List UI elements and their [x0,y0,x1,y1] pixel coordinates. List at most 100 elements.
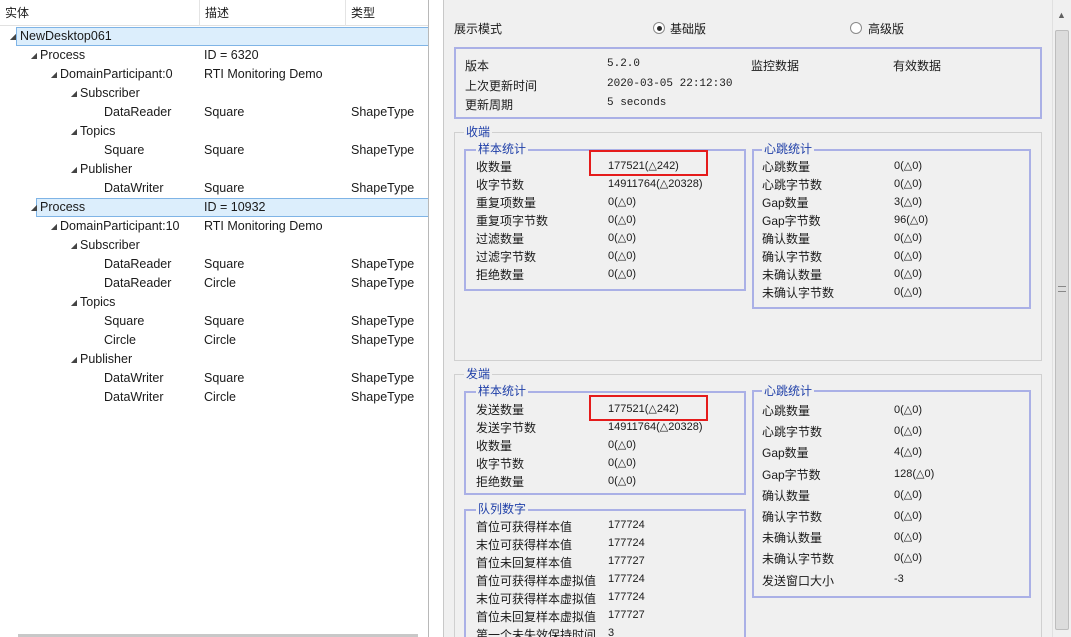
tree-row[interactable]: DataReader Circle ShapeType [0,274,428,293]
stat-label: 重复项字节数 [476,214,549,228]
stat-value: 0(△0) [608,439,637,451]
last-update-label: 上次更新时间 [465,79,538,93]
tree-row[interactable]: ◢ Topics [0,293,428,312]
tree-row-description: RTI Monitoring Demo [204,67,323,81]
stat-value: 0(△0) [894,268,923,280]
version-value: 5.2.0 [607,58,641,70]
radio-advanced-mode-label[interactable]: 高级版 [868,20,904,37]
scrollbar-thumb[interactable] [1055,30,1069,630]
radio-basic-mode[interactable] [653,22,665,34]
stat-label: 首位可获得样本虚拟值 [476,574,597,588]
stat-label: 确认数量 [762,488,811,503]
receive-heartbeat-title: 心跳统计 [762,142,815,156]
tree-row-description: Circle [204,390,236,404]
send-count-highlight [589,395,708,421]
tree-row[interactable]: DataReader Square ShapeType [0,103,428,122]
tree-row-description: Circle [204,276,236,290]
entity-tree-pane: 实体 描述 类型 ◢ NewDesktop061 ◢ Process ID = 6320… [0,0,429,637]
stat-label: 心跳数量 [762,404,811,418]
stat-value: 0(△0) [894,286,923,298]
stat-label: 未确认数量 [762,268,823,282]
tree-row[interactable]: DataReader Square ShapeType [0,255,428,274]
stat-value: 0(△0) [894,178,923,190]
expand-arrow-icon[interactable]: ◢ [29,46,39,65]
tree-row[interactable]: Square Square ShapeType [0,312,428,331]
tree-header: 实体 描述 类型 [0,0,428,26]
tree-row[interactable]: Square Square ShapeType [0,141,428,160]
expand-arrow-icon[interactable]: ◢ [69,236,79,255]
tree-row-entity: Process [40,48,86,62]
tree-row[interactable]: ◢ DomainParticipant:0 RTI Monitoring Demo [0,65,428,84]
expand-arrow-icon[interactable]: ◢ [69,293,79,312]
tree-row[interactable]: DataWriter Circle ShapeType [0,388,428,407]
tree-row-entity: Topics [80,295,116,309]
tree-row[interactable]: ◢ Publisher [0,350,428,369]
stat-value: 0(△0) [894,425,923,438]
tree-row-entity: Publisher [80,352,133,366]
tree-row[interactable]: ◢ NewDesktop061 [0,27,428,46]
tree-row[interactable]: DataWriter Square ShapeType [0,369,428,388]
tree-row[interactable]: ◢ DomainParticipant:10 RTI Monitoring Demo [0,217,428,236]
expand-arrow-icon[interactable]: ◢ [69,160,79,179]
stat-value: -3 [894,572,904,585]
stat-label: 心跳字节数 [762,178,823,192]
stat-value: 0(△0) [608,214,637,226]
receive-samples-title: 样本统计 [476,142,529,156]
stat-value: 177727 [608,609,645,621]
radio-basic-mode-label[interactable]: 基础版 [670,20,706,37]
expand-arrow-icon[interactable]: ◢ [49,65,59,84]
stat-value: 96(△0) [894,214,929,226]
tree-row[interactable]: ◢ Subscriber [0,236,428,255]
tree-row[interactable]: ◢ Publisher [0,160,428,179]
stat-label: 重复项数量 [476,196,537,210]
expand-arrow-icon[interactable]: ◢ [29,198,39,217]
expand-arrow-icon[interactable]: ◢ [69,84,79,103]
vertical-scrollbar[interactable]: ▲ [1052,0,1071,637]
tree-row[interactable]: ◢ Process ID = 6320 [0,46,428,65]
stat-label: 过滤数量 [476,232,525,246]
stat-value: 3(△0) [894,196,923,208]
stat-label: 收数量 [476,160,513,174]
tree-row-description: Square [204,257,245,271]
tree-row-entity: Subscriber [80,238,140,252]
send-heartbeat-title: 心跳统计 [762,384,815,398]
tree-row[interactable]: DataWriter Square ShapeType [0,179,428,198]
expand-arrow-icon[interactable]: ◢ [8,27,18,46]
expand-arrow-icon[interactable]: ◢ [69,350,79,369]
stat-label: Gap数量 [762,446,809,461]
tree-row-description: Square [204,371,245,385]
stat-value: 0(△0) [608,196,637,208]
tree-row[interactable]: ◢ Subscriber [0,84,428,103]
last-update-value: 2020-03-05 22:12:30 [607,78,733,90]
expand-arrow-icon[interactable]: ◢ [49,217,59,236]
tree-row[interactable]: ◢ Process ID = 10932 [0,198,428,217]
stat-label: 末位可获得样本虚拟值 [476,592,597,606]
column-header-type[interactable]: 类型 [346,0,428,26]
tree-row-entity: DataReader [104,257,172,271]
column-header-entity[interactable]: 实体 [0,0,200,26]
expand-arrow-icon[interactable]: ◢ [69,122,79,141]
stat-label: 收数量 [476,439,513,453]
tree-row-description: Square [204,181,245,195]
column-header-description[interactable]: 描述 [200,0,346,26]
stat-value: 0(△0) [894,250,923,262]
tree-row-entity: Process [40,200,86,214]
stat-value: 0(△0) [894,404,923,416]
tree-row[interactable]: ◢ Topics [0,122,428,141]
stat-value: 0(△0) [894,510,923,522]
stat-label: 未确认字节数 [762,552,835,567]
stat-label: 未确认数量 [762,531,823,546]
scroll-up-arrow-icon[interactable]: ▲ [1057,10,1066,20]
tree-row-entity: NewDesktop061 [20,29,112,43]
stat-value: 128(△0) [894,467,935,480]
stat-label: 确认数量 [762,232,811,246]
tree-row-type: ShapeType [351,314,415,328]
tree-row[interactable]: Circle Circle ShapeType [0,331,428,350]
radio-advanced-mode[interactable] [850,22,862,34]
send-samples-title: 样本统计 [476,384,529,398]
tree-row-type: ShapeType [351,390,415,404]
version-label: 版本 [465,59,490,73]
tree-row-type: ShapeType [351,371,415,385]
stat-label: 发送窗口大小 [762,573,835,588]
monitor-data-label: 监控数据 [751,59,800,73]
